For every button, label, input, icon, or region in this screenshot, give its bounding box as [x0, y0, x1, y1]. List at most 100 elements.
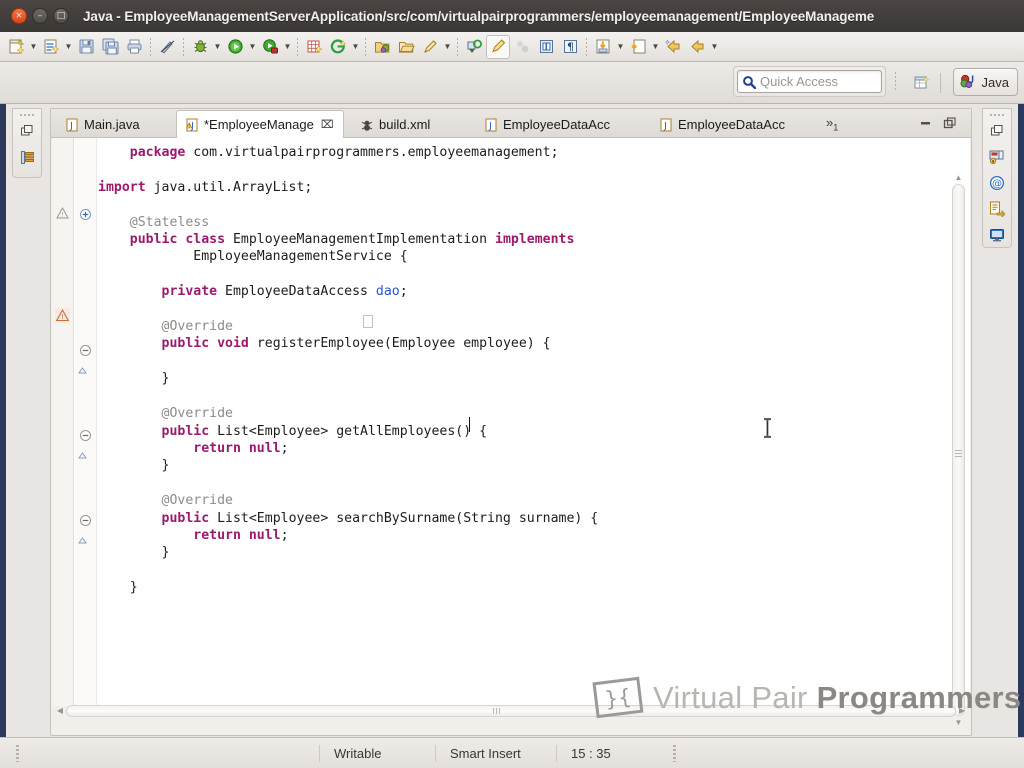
- search-pencil-icon[interactable]: [418, 35, 442, 59]
- fold-range-start-icon: [76, 533, 89, 551]
- new-wizard-icon[interactable]: [4, 35, 28, 59]
- folding-ruler[interactable]: [75, 138, 97, 706]
- editor-area: J Main.java J! *EmployeeManage ⌧ build.x…: [50, 108, 972, 736]
- fold-expand-icon[interactable]: [79, 208, 92, 226]
- back-dropdown-arrow[interactable]: ▼: [709, 35, 720, 59]
- fold-collapse-icon[interactable]: [79, 344, 92, 362]
- minimize-editor-icon[interactable]: [917, 114, 935, 132]
- code-text[interactable]: package com.virtualpairprogrammers.emplo…: [98, 138, 944, 706]
- window-title: Java - EmployeeManagementServerApplicati…: [83, 8, 875, 24]
- restore-icon[interactable]: [983, 118, 1011, 144]
- annotation-ruler[interactable]: ! !: [52, 138, 74, 706]
- status-bar-grip-right[interactable]: [673, 744, 676, 762]
- java-file-icon: J: [660, 118, 672, 131]
- quick-access-input[interactable]: Quick Access: [737, 70, 882, 93]
- fastview-grip[interactable]: [983, 111, 1011, 118]
- scroll-left-icon[interactable]: ◀: [54, 705, 66, 717]
- save-icon[interactable]: [74, 35, 98, 59]
- editor-vertical-scrollbar[interactable]: ▲ ▼: [950, 170, 967, 730]
- new-table-icon[interactable]: [302, 35, 326, 59]
- open-perspective-icon[interactable]: [910, 71, 934, 95]
- save-all-icon[interactable]: [98, 35, 122, 59]
- print-icon[interactable]: [122, 35, 146, 59]
- status-bar: Writable Smart Insert 15 : 35: [0, 737, 1024, 768]
- editor-tab-employeedataacc-1[interactable]: J EmployeeDataAcc: [476, 111, 619, 138]
- new-java-class-dropdown-arrow[interactable]: ▼: [63, 35, 74, 59]
- restore-icon[interactable]: [13, 118, 41, 144]
- toolbar-separator: [297, 37, 298, 56]
- svg-text:J: J: [663, 121, 667, 131]
- svg-text:¶: ¶: [567, 41, 574, 54]
- status-insert-mode: Smart Insert: [450, 745, 521, 761]
- left-fastview-bar: [12, 108, 42, 178]
- editor-tab-overflow[interactable]: »1: [826, 115, 838, 133]
- editor-tab-employeemanagement-active[interactable]: J! *EmployeeManage ⌧: [176, 110, 344, 138]
- upload-icon[interactable]: [626, 35, 650, 59]
- git-dropdown-arrow[interactable]: ▼: [350, 35, 361, 59]
- git-repository-icon[interactable]: [326, 35, 350, 59]
- back-new-icon[interactable]: [661, 35, 685, 59]
- window-maximize-button[interactable]: □: [53, 8, 69, 24]
- perspective-divider: [940, 73, 941, 93]
- fold-collapse-icon[interactable]: [79, 429, 92, 447]
- java-file-icon: J: [66, 118, 78, 131]
- editor-tab-label: build.xml: [379, 117, 431, 132]
- download-dropdown-arrow[interactable]: ▼: [615, 35, 626, 59]
- scroll-up-icon[interactable]: ▲: [952, 171, 965, 184]
- text-caret: [469, 417, 470, 432]
- back-icon[interactable]: [685, 35, 709, 59]
- editor-horizontal-scrollbar[interactable]: ◀ ▶: [53, 703, 969, 719]
- perspective-java-button[interactable]: Java: [952, 68, 1018, 96]
- run-external-tools-icon[interactable]: [258, 35, 282, 59]
- status-cursor-position: 15 : 35: [571, 745, 611, 761]
- toggle-mark-occurrences-icon[interactable]: [155, 35, 179, 59]
- fastview-grip[interactable]: [13, 111, 41, 118]
- run-dropdown-arrow[interactable]: ▼: [247, 35, 258, 59]
- scrollbar-thumb-grip[interactable]: [955, 450, 962, 457]
- maximize-editor-icon[interactable]: [941, 114, 959, 132]
- status-bar-grip[interactable]: [16, 744, 19, 762]
- download-update-icon[interactable]: [591, 35, 615, 59]
- close-icon: ×: [15, 11, 23, 21]
- run-external-dropdown-arrow[interactable]: ▼: [282, 35, 293, 59]
- hscrollbar-track[interactable]: [66, 705, 956, 717]
- package-explorer-icon[interactable]: [13, 144, 41, 170]
- toolbar-separator: [183, 37, 184, 56]
- upload-dropdown-arrow[interactable]: ▼: [650, 35, 661, 59]
- debug-icon[interactable]: [188, 35, 212, 59]
- editor-tab-bar: J Main.java J! *EmployeeManage ⌧ build.x…: [51, 109, 971, 138]
- search-dropdown-arrow[interactable]: ▼: [442, 35, 453, 59]
- editor-tab-main-java[interactable]: J Main.java: [57, 111, 149, 138]
- toggle-block-selection-icon[interactable]: [534, 35, 558, 59]
- previous-annotation-icon[interactable]: [486, 34, 510, 59]
- window-close-button[interactable]: ×: [11, 8, 27, 24]
- open-task-icon[interactable]: [394, 35, 418, 59]
- java-file-warning-icon: J!: [186, 118, 198, 131]
- editor-tab-employeedataacc-2[interactable]: J EmployeeDataAcc: [651, 111, 794, 138]
- scroll-right-icon[interactable]: ▶: [956, 705, 968, 717]
- console-view-icon[interactable]: [983, 222, 1011, 248]
- warning-marker-highlighted-icon[interactable]: !: [55, 308, 70, 328]
- servers-view-icon[interactable]: [983, 144, 1011, 170]
- quick-access-placeholder: Quick Access: [760, 74, 839, 89]
- show-whitespace-icon[interactable]: ¶: [558, 35, 582, 59]
- open-type-icon[interactable]: [370, 35, 394, 59]
- warning-marker-icon[interactable]: !: [56, 206, 69, 224]
- window-minimize-button[interactable]: –: [32, 8, 48, 24]
- next-annotation-icon[interactable]: [462, 35, 486, 59]
- code-editor[interactable]: ! ! package com.virtualpairprogrammers.e…: [52, 138, 970, 727]
- new-java-class-icon[interactable]: [39, 35, 63, 59]
- annotation-view-icon[interactable]: @: [983, 170, 1011, 196]
- run-icon[interactable]: [223, 35, 247, 59]
- debug-dropdown-arrow[interactable]: ▼: [212, 35, 223, 59]
- hscrollbar-thumb-grip[interactable]: [493, 708, 501, 714]
- source-code: package com.virtualpairprogrammers.emplo…: [98, 145, 599, 596]
- fold-collapse-icon[interactable]: [79, 514, 92, 532]
- close-icon[interactable]: ⌧: [321, 118, 334, 131]
- new-wizard-dropdown-arrow[interactable]: ▼: [28, 35, 39, 59]
- svg-text:!: !: [61, 211, 64, 219]
- editor-tab-build-xml[interactable]: build.xml: [351, 111, 439, 138]
- outline-view-icon[interactable]: [983, 196, 1011, 222]
- last-edit-location-icon[interactable]: [510, 35, 534, 59]
- editor-tab-label: Main.java: [84, 117, 140, 132]
